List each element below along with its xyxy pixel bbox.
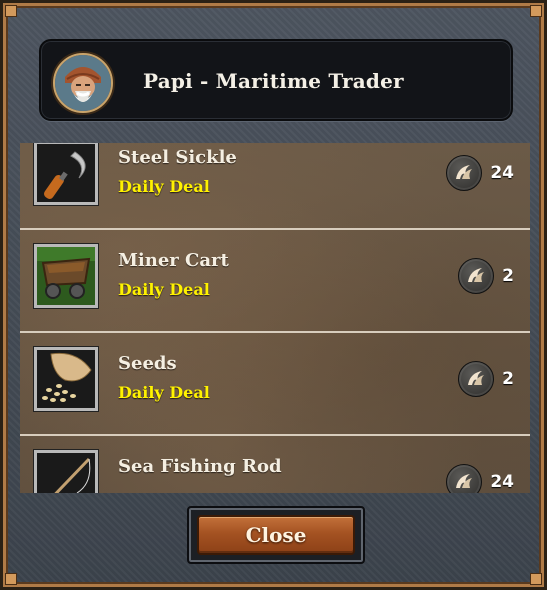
- price-value: 2: [502, 266, 514, 286]
- list-item[interactable]: Miner Cart Daily Deal 2: [20, 228, 530, 333]
- trader-window: Papi - Maritime Trader Steel Sickle Dail…: [0, 0, 547, 590]
- seeds-icon: [34, 347, 98, 411]
- horn-currency-icon: [446, 464, 483, 493]
- price-value: 2: [502, 369, 514, 389]
- item-name: Sea Fishing Rod: [118, 456, 282, 477]
- daily-deal-badge: Daily Deal: [118, 177, 210, 196]
- horn-currency-icon: [458, 258, 495, 294]
- trader-portrait-icon: [53, 53, 113, 113]
- item-name: Steel Sickle: [118, 147, 237, 168]
- price-tag: 24: [446, 464, 514, 493]
- fishing-rod-icon: [34, 450, 98, 493]
- list-item[interactable]: Sea Fishing Rod 24: [20, 434, 530, 493]
- sickle-icon: [34, 143, 98, 205]
- close-button-frame: Close: [187, 506, 365, 564]
- miner-cart-icon: [34, 244, 98, 308]
- frame-corner: [5, 5, 17, 17]
- horn-currency-icon: [458, 361, 495, 397]
- price-value: 24: [490, 163, 514, 183]
- item-name: Seeds: [118, 353, 177, 374]
- price-value: 24: [490, 472, 514, 492]
- daily-deal-badge: Daily Deal: [118, 280, 210, 299]
- trader-header: Papi - Maritime Trader: [39, 39, 513, 121]
- price-tag: 24: [446, 155, 514, 191]
- daily-deal-badge: Daily Deal: [118, 383, 210, 402]
- price-tag: 2: [458, 258, 514, 294]
- price-tag: 2: [458, 361, 514, 397]
- frame-corner: [530, 5, 542, 17]
- list-item[interactable]: Seeds Daily Deal 2: [20, 331, 530, 436]
- horn-currency-icon: [446, 155, 483, 191]
- list-item[interactable]: Steel Sickle Daily Deal 24: [20, 143, 530, 230]
- close-button[interactable]: Close: [197, 515, 355, 555]
- frame-corner: [530, 573, 542, 585]
- item-name: Miner Cart: [118, 250, 229, 271]
- shop-item-list[interactable]: Steel Sickle Daily Deal 24 Miner Cart Da…: [20, 143, 530, 493]
- frame-corner: [5, 573, 17, 585]
- page-title: Papi - Maritime Trader: [143, 69, 404, 93]
